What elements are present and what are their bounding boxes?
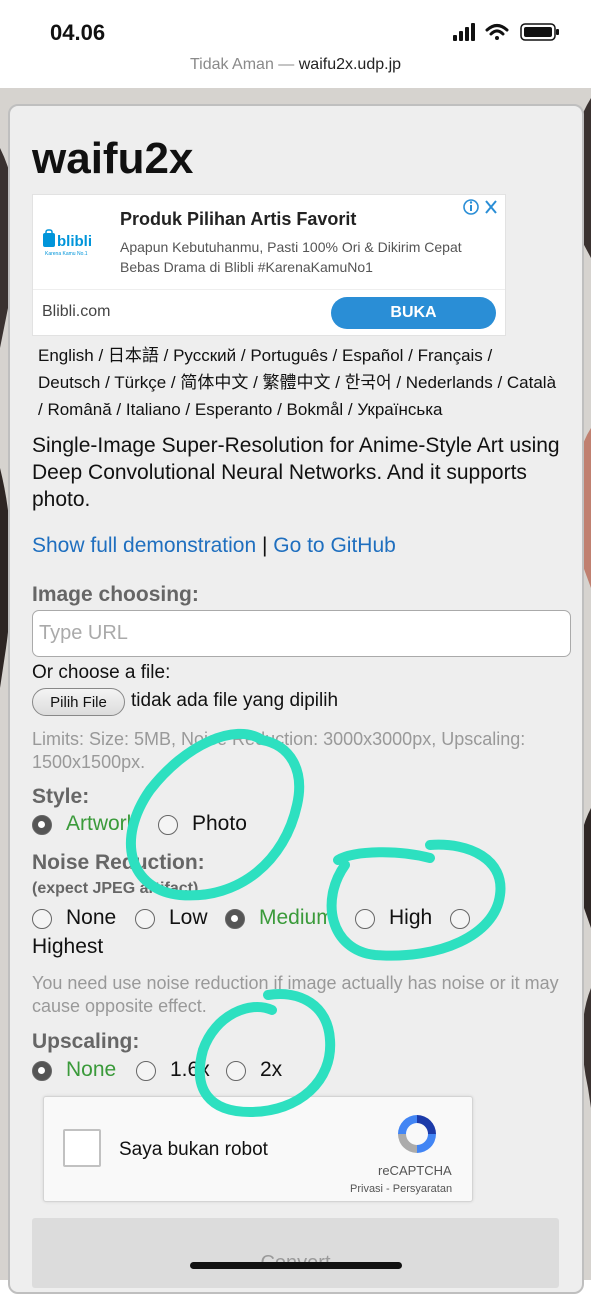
file-status: tidak ada file yang dipilih xyxy=(131,690,339,711)
battery-icon xyxy=(520,23,559,41)
recaptcha-checkbox[interactable] xyxy=(63,1129,101,1167)
home-indicator xyxy=(190,1262,402,1269)
page-host: waifu2x.udp.jp xyxy=(298,56,402,73)
url-input[interactable] xyxy=(32,610,571,657)
language-links[interactable]: English / 日本語 / Русский / Português / Es… xyxy=(38,342,558,423)
image-choosing-label: Image choosing: xyxy=(32,583,199,606)
noise-low-label[interactable]: Low xyxy=(169,906,208,930)
noise-high-radio[interactable] xyxy=(355,909,375,929)
github-link[interactable]: Go to GitHub xyxy=(273,534,396,557)
noise-highest-label[interactable]: Highest xyxy=(32,935,103,959)
security-label: Tidak Aman — xyxy=(189,56,299,73)
site-description: Single-Image Super-Resolution for Anime-… xyxy=(32,434,560,511)
choose-file-label: Or choose a file: xyxy=(32,662,171,683)
style-label: Style: xyxy=(32,785,90,808)
ad-divider xyxy=(33,289,505,290)
upscale-2x-radio[interactable] xyxy=(226,1061,246,1081)
upscaling-label: Upscaling: xyxy=(32,1030,140,1053)
noise-note: You need use noise reduction if image ac… xyxy=(32,973,559,1016)
ad-banner[interactable]: blibli Karena Kamu No.1 Produk Pilihan A… xyxy=(32,194,506,336)
blibli-logo-text: blibli xyxy=(57,233,92,250)
status-time: 04.06 xyxy=(50,20,106,45)
ad-close-icon xyxy=(485,200,497,214)
wifi-icon xyxy=(485,24,509,40)
links-separator: | xyxy=(256,534,274,557)
signal-icon xyxy=(453,23,475,41)
ad-headline: Produk Pilihan Artis Favorit xyxy=(120,209,357,229)
noise-highest-radio[interactable] xyxy=(450,909,470,929)
upscale-none-label[interactable]: None xyxy=(66,1058,116,1082)
recaptcha-widget: Saya bukan robot reCAPTCHA Privasi - Per… xyxy=(43,1096,473,1202)
limits-note: Limits: Size: 5MB, Noise Reduction: 3000… xyxy=(32,729,526,772)
ad-description: Apapun Kebutuhanmu, Pasti 100% Ori & Dik… xyxy=(120,239,462,275)
style-artwork-radio[interactable] xyxy=(32,815,52,835)
upscale-2x-label[interactable]: 2x xyxy=(260,1058,282,1082)
recaptcha-logo-icon xyxy=(398,1115,436,1153)
recaptcha-brand: reCAPTCHA xyxy=(378,1163,452,1178)
ad-open-button[interactable]: BUKA xyxy=(331,297,496,329)
noise-none-label[interactable]: None xyxy=(66,906,116,930)
show-demo-link[interactable]: Show full demonstration xyxy=(32,534,256,557)
recaptcha-links[interactable]: Privasi - Persyaratan xyxy=(350,1183,452,1195)
noise-high-label[interactable]: High xyxy=(389,906,432,930)
status-icons xyxy=(453,23,559,41)
noise-medium-label[interactable]: Medium xyxy=(259,906,334,930)
recaptcha-label: Saya bukan robot xyxy=(119,1139,268,1160)
blibli-logo: blibli Karena Kamu No.1 xyxy=(43,229,92,257)
style-photo-radio[interactable] xyxy=(158,815,178,835)
choose-file-button[interactable]: Pilih File xyxy=(32,688,125,716)
ad-choices-icon[interactable] xyxy=(461,197,501,217)
style-photo-label[interactable]: Photo xyxy=(192,812,247,836)
address-bar[interactable]: Tidak Aman — waifu2x.udp.jp xyxy=(0,56,591,80)
noise-sublabel: (expect JPEG artifact) xyxy=(32,880,199,897)
page-title: waifu2x xyxy=(32,134,194,183)
style-artwork-label[interactable]: Artwork xyxy=(66,812,137,836)
noise-low-radio[interactable] xyxy=(135,909,155,929)
noise-none-radio[interactable] xyxy=(32,909,52,929)
convert-button[interactable]: Convert xyxy=(32,1218,559,1288)
noise-medium-radio[interactable] xyxy=(225,909,245,929)
noise-label: Noise Reduction: xyxy=(32,851,205,874)
upscale-1-6x-label[interactable]: 1.6x xyxy=(170,1058,210,1082)
upscale-none-radio[interactable] xyxy=(32,1061,52,1081)
upscale-1-6x-radio[interactable] xyxy=(136,1061,156,1081)
blibli-logo-sub: Karena Kamu No.1 xyxy=(45,251,88,257)
project-links: Show full demonstration | Go to GitHub xyxy=(32,534,396,558)
ad-domain: Blibli.com xyxy=(42,303,111,320)
status-bar: 04.06 xyxy=(0,0,591,58)
